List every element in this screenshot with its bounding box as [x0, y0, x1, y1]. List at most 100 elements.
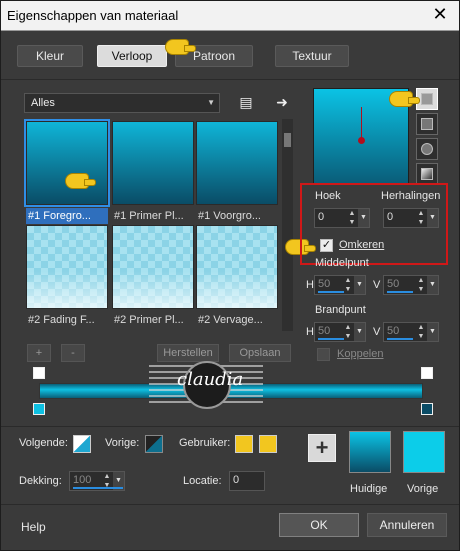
value-bar: [387, 291, 413, 293]
spin-arrows-icon[interactable]: ▲ ▼: [343, 276, 353, 294]
gradient-item-primer-2[interactable]: #2 Primer Pl...: [112, 225, 194, 326]
title-bar: Eigenschappen van materiaal ✕: [1, 1, 459, 31]
gradient-item-primer[interactable]: #1 Primer Pl...: [112, 121, 194, 222]
opacity-value: 100: [73, 474, 92, 486]
gradient-item-vervagen[interactable]: #2 Vervage...: [196, 225, 278, 326]
center-h-value: 50: [318, 278, 331, 290]
spin-arrows-icon[interactable]: ▲ ▼: [416, 276, 426, 294]
gradient-swatch: [196, 121, 278, 205]
opacity-stop-right[interactable]: [421, 367, 433, 379]
divider: [1, 79, 459, 80]
angle-needle: [361, 107, 362, 141]
gradient-scrollbar[interactable]: [282, 119, 293, 331]
tab-verloop[interactable]: Verloop: [97, 45, 167, 67]
gradient-swatch: [26, 225, 108, 309]
user-color-swatch-1[interactable]: [235, 435, 253, 453]
spin-arrows-icon[interactable]: ▲ ▼: [416, 323, 426, 341]
chevron-down-icon[interactable]: ▼: [427, 323, 438, 341]
value-bar: [318, 338, 344, 340]
menu-book-icon[interactable]: ▤: [237, 93, 255, 111]
watermark-text: claudia: [177, 369, 244, 390]
add-gradient-button[interactable]: +: [27, 344, 51, 362]
center-v-value: 50: [387, 278, 400, 290]
chevron-down-icon[interactable]: ▼: [354, 276, 365, 294]
color-stop-right[interactable]: [421, 403, 433, 415]
scrollbar-thumb[interactable]: [284, 133, 291, 147]
pointing-hand-icon: [165, 39, 196, 55]
chevron-down-icon[interactable]: ▼: [354, 323, 365, 341]
center-label: Middelpunt: [315, 257, 369, 269]
gradient-category-value: Alles: [31, 97, 55, 109]
previous-label: Vorige: [407, 483, 439, 495]
gradient-item-foreground[interactable]: #1 Foregro...: [24, 119, 110, 224]
center-h-stepper[interactable]: 50 ▲ ▼ ▼: [314, 275, 366, 295]
gradient-item-voorgrond[interactable]: #1 Voorgro...: [196, 121, 278, 222]
gradient-item-label: #2 Primer Pl...: [114, 314, 184, 326]
user-color-label: Gebruiker:: [179, 437, 231, 449]
gradient-item-label: #1 Voorgro...: [198, 210, 261, 222]
next-stop-color[interactable]: [73, 435, 91, 453]
chevron-down-icon: ▼: [207, 98, 215, 107]
add-swatch-button[interactable]: +: [308, 434, 336, 462]
focal-h-stepper[interactable]: 50 ▲ ▼ ▼: [314, 322, 366, 342]
color-stop-left[interactable]: [33, 403, 45, 415]
window-title: Eigenschappen van materiaal: [7, 8, 179, 23]
current-material-swatch: [349, 431, 391, 473]
current-label: Huidige: [350, 483, 388, 495]
tab-bar: Kleur Verloop Patroon Textuur: [11, 45, 451, 71]
focal-h-label: H: [306, 326, 314, 338]
location-input[interactable]: 0: [229, 471, 265, 491]
next-stop-label: Volgende:: [19, 437, 68, 449]
opacity-stepper[interactable]: 100 ▲ ▼ ▼: [69, 471, 125, 491]
ok-button[interactable]: OK: [279, 513, 359, 537]
spin-arrows-icon[interactable]: ▲ ▼: [343, 323, 353, 341]
focal-v-label: V: [373, 326, 381, 338]
divider: [1, 426, 459, 427]
highlight-box: [300, 183, 448, 265]
divider: [1, 504, 459, 505]
gradient-swatch: [112, 121, 194, 205]
gradient-swatch: [196, 225, 278, 309]
value-bar: [387, 338, 413, 340]
gradient-item-label: #2 Fading F...: [28, 314, 95, 326]
focal-v-value: 50: [387, 325, 400, 337]
angle-handle[interactable]: [358, 137, 365, 144]
tab-kleur[interactable]: Kleur: [17, 45, 83, 67]
gradient-swatch: [112, 225, 194, 309]
sunburst-style-button[interactable]: [416, 138, 438, 160]
radial-style-button[interactable]: [416, 163, 438, 185]
gradient-category-select[interactable]: Alles ▼: [24, 93, 220, 113]
link-label[interactable]: Koppelen: [337, 348, 384, 360]
gradient-grid: #1 Foregro... #1 Primer Pl... #1 Voorgro…: [24, 119, 281, 331]
opacity-label: Dekking:: [19, 475, 62, 487]
value-bar: [73, 487, 123, 489]
chevron-down-icon[interactable]: ▼: [427, 276, 438, 294]
value-bar: [318, 291, 344, 293]
prev-stop-label: Vorige:: [105, 437, 140, 449]
pointing-hand-icon: [65, 173, 96, 189]
focal-v-stepper[interactable]: 50 ▲ ▼ ▼: [383, 322, 439, 342]
tab-textuur[interactable]: Textuur: [275, 45, 349, 67]
center-h-label: H: [306, 279, 314, 291]
user-color-swatch-2[interactable]: [259, 435, 277, 453]
location-value: 0: [233, 474, 240, 486]
material-properties-dialog: Eigenschappen van materiaal ✕ Kleur Verl…: [0, 0, 460, 551]
gradient-item-label: #2 Vervage...: [198, 314, 263, 326]
prev-stop-color[interactable]: [145, 435, 163, 453]
gradient-item-fading[interactable]: #2 Fading F...: [26, 225, 108, 326]
close-icon[interactable]: ✕: [431, 5, 449, 23]
help-link[interactable]: Help: [21, 520, 46, 534]
gradient-item-label: #1 Foregro...: [26, 208, 108, 224]
link-checkbox[interactable]: [317, 348, 330, 361]
previous-material-swatch[interactable]: [403, 431, 445, 473]
pointing-hand-icon: [389, 91, 420, 107]
remove-gradient-button[interactable]: -: [61, 344, 85, 362]
gradient-item-label: #1 Primer Pl...: [114, 210, 184, 222]
gradient-swatch: [24, 119, 110, 207]
center-v-stepper[interactable]: 50 ▲ ▼ ▼: [383, 275, 439, 295]
watermark-logo: claudia: [149, 353, 263, 429]
rectangular-style-button[interactable]: [416, 113, 438, 135]
cancel-button[interactable]: Annuleren: [367, 513, 447, 537]
arrow-right-icon[interactable]: ➜: [273, 93, 291, 111]
opacity-stop-left[interactable]: [33, 367, 45, 379]
